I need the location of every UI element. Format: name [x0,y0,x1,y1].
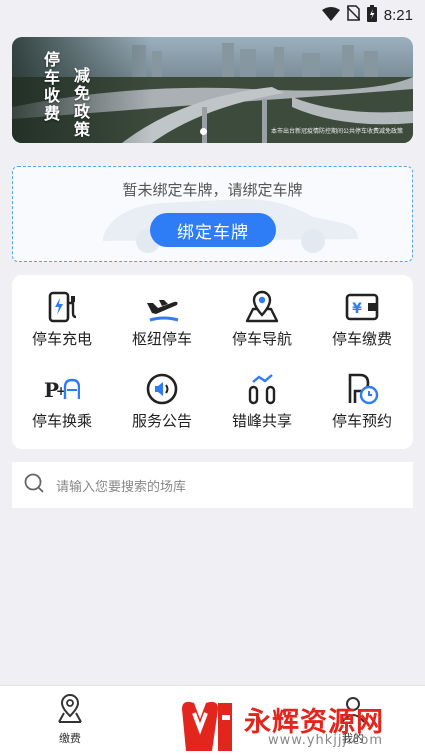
search-input[interactable]: 请输入您要搜索的场库 [56,476,186,495]
service-off-peak-sharing[interactable]: 错峰共享 [212,371,312,431]
location-pin-icon [55,694,85,728]
service-label: 停车预约 [331,412,392,430]
tab-label: 缴费 [59,732,81,745]
banner-indicator-dot[interactable] [200,128,207,135]
service-grid: 停车充电 枢纽停车 停车导航 ¥ 停车缴费 P + 停车换乘 服务公告 错峰共享… [12,275,413,449]
wallet-icon: ¥ [312,289,412,325]
service-ev-charging[interactable]: 停车充电 [12,289,112,349]
status-time: 8:21 [383,6,413,24]
service-label: 枢纽停车 [131,330,192,348]
service-reservation[interactable]: 停车预约 [312,371,412,431]
watermark: 永辉资源网 www.yhkjjj.com [176,693,421,755]
map-pin-icon [212,289,312,325]
bind-plate-hint: 暂未绑定车牌，请绑定车牌 [122,181,303,199]
svg-text:¥: ¥ [352,301,362,317]
share-bars-icon [212,371,312,407]
service-label: 错峰共享 [231,412,292,430]
service-label: 停车换乘 [31,412,92,430]
service-announcement[interactable]: 服务公告 [112,371,212,431]
service-label: 停车缴费 [331,330,392,348]
airplane-icon [112,289,212,325]
service-payment[interactable]: ¥ 停车缴费 [312,289,412,349]
search-bar[interactable]: 请输入您要搜索的场库 [12,462,413,508]
banner-caption: 本市出台新冠疫情防控期间公共停车收费减免政策 [270,128,403,135]
park-and-ride-icon: P + [12,371,112,407]
ev-charger-icon [12,289,112,325]
tab-payment[interactable]: 缴费 [40,694,100,746]
wifi-icon [321,6,340,25]
service-label: 停车导航 [231,330,292,348]
no-sim-icon [346,5,361,25]
battery-charging-icon [366,4,377,26]
service-label: 服务公告 [131,412,192,430]
bind-plate-card: 暂未绑定车牌，请绑定车牌 绑定车牌 [12,166,413,262]
banner-title-line2: 减免政策 [71,67,90,139]
banner-title-line1: 停车收费 [41,51,60,123]
search-icon [24,473,44,497]
status-bar: 8:21 [0,0,425,30]
speaker-icon [112,371,212,407]
service-navigation[interactable]: 停车导航 [212,289,312,349]
watermark-logo-icon [182,701,232,751]
service-park-and-ride[interactable]: P + 停车换乘 [12,371,112,431]
service-hub-parking[interactable]: 枢纽停车 [112,289,212,349]
bind-plate-button[interactable]: 绑定车牌 [150,213,276,247]
promo-banner[interactable]: 停车收费 减免政策 本市出台新冠疫情防控期间公共停车收费减免政策 [12,37,413,143]
parking-clock-icon [312,371,412,407]
watermark-url: www.yhkjjj.com [268,733,384,748]
service-label: 停车充电 [31,330,92,348]
